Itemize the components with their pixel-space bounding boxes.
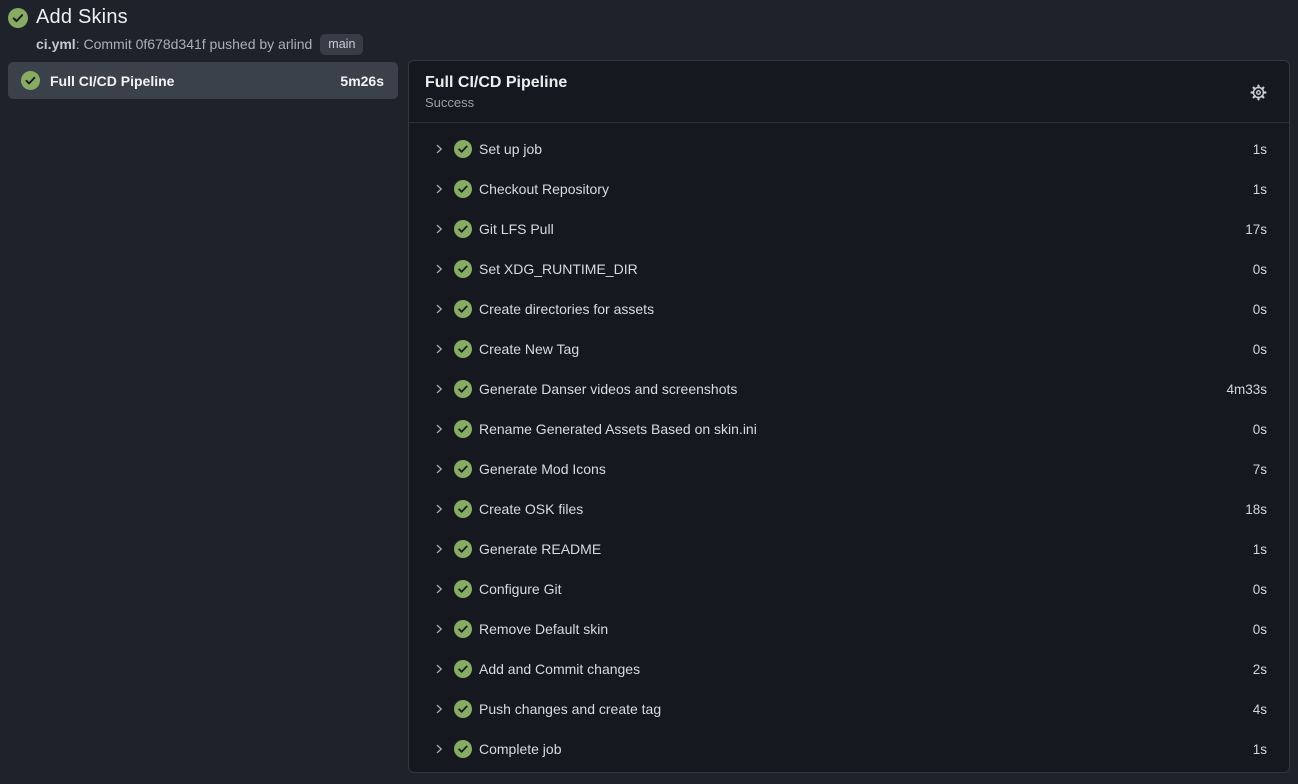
step-name: Push changes and create tag [479, 701, 1253, 717]
step-row[interactable]: Configure Git 0s [409, 569, 1289, 609]
step-name: Generate Danser videos and screenshots [479, 381, 1226, 397]
step-duration: 4m33s [1226, 382, 1267, 397]
step-duration: 18s [1245, 502, 1267, 517]
step-duration: 4s [1253, 702, 1267, 717]
step-name: Complete job [479, 741, 1253, 757]
run-panel: Full CI/CD Pipeline Success [408, 60, 1290, 773]
step-name: Set up job [479, 141, 1253, 157]
chevron-right-icon [433, 383, 445, 395]
chevron-right-icon [433, 743, 445, 755]
step-row[interactable]: Create New Tag 0s [409, 329, 1289, 369]
check-circle-icon [454, 220, 472, 238]
run-subtitle: ci.yml: Commit 0f678d341f pushed by arli… [36, 34, 363, 55]
chevron-right-icon [433, 263, 445, 275]
step-row[interactable]: Push changes and create tag 4s [409, 689, 1289, 729]
check-circle-icon [454, 140, 472, 158]
step-duration: 1s [1253, 542, 1267, 557]
step-name: Set XDG_RUNTIME_DIR [479, 261, 1253, 277]
chevron-right-icon [433, 663, 445, 675]
step-row[interactable]: Generate README 1s [409, 529, 1289, 569]
step-row[interactable]: Complete job 1s [409, 729, 1289, 769]
step-duration: 0s [1253, 422, 1267, 437]
commit-summary: : Commit 0f678d341f pushed by arlind [76, 36, 313, 52]
step-row[interactable]: Generate Mod Icons 7s [409, 449, 1289, 489]
step-duration: 0s [1253, 262, 1267, 277]
check-circle-icon [454, 620, 472, 638]
step-duration: 17s [1245, 222, 1267, 237]
check-circle-icon [454, 660, 472, 678]
job-name: Full CI/CD Pipeline [50, 73, 330, 89]
step-duration: 2s [1253, 662, 1267, 677]
sidebar-job-full-pipeline[interactable]: Full CI/CD Pipeline 5m26s [8, 62, 398, 99]
chevron-right-icon [433, 223, 445, 235]
step-row[interactable]: Add and Commit changes 2s [409, 649, 1289, 689]
check-circle-icon [454, 180, 472, 198]
workflow-file-name: ci.yml [36, 36, 76, 52]
step-name: Configure Git [479, 581, 1253, 597]
check-circle-icon [454, 580, 472, 598]
step-name: Add and Commit changes [479, 661, 1253, 677]
step-duration: 0s [1253, 582, 1267, 597]
run-title-row: Add Skins [8, 6, 363, 29]
chevron-right-icon [433, 183, 445, 195]
run-title: Add Skins [36, 6, 128, 29]
step-name: Create OSK files [479, 501, 1245, 517]
chevron-right-icon [433, 343, 445, 355]
step-row[interactable]: Git LFS Pull 17s [409, 209, 1289, 249]
chevron-right-icon [433, 543, 445, 555]
step-name: Checkout Repository [479, 181, 1253, 197]
step-duration: 0s [1253, 622, 1267, 637]
check-circle-icon [454, 500, 472, 518]
check-circle-icon [21, 71, 40, 90]
step-name: Rename Generated Assets Based on skin.in… [479, 421, 1253, 437]
step-duration: 7s [1253, 462, 1267, 477]
chevron-right-icon [433, 463, 445, 475]
check-circle-icon [454, 420, 472, 438]
chevron-right-icon [433, 503, 445, 515]
step-row[interactable]: Remove Default skin 0s [409, 609, 1289, 649]
panel-job-title: Full CI/CD Pipeline [425, 74, 1273, 92]
chevron-right-icon [433, 423, 445, 435]
run-header: Add Skins ci.yml: Commit 0f678d341f push… [8, 6, 363, 55]
check-circle-icon [454, 380, 472, 398]
gear-icon[interactable] [1249, 83, 1268, 102]
step-name: Generate README [479, 541, 1253, 557]
step-row[interactable]: Rename Generated Assets Based on skin.in… [409, 409, 1289, 449]
check-circle-icon [8, 8, 28, 28]
run-panel-header: Full CI/CD Pipeline Success [409, 61, 1289, 123]
step-duration: 0s [1253, 342, 1267, 357]
check-circle-icon [454, 740, 472, 758]
check-circle-icon [454, 460, 472, 478]
branch-badge[interactable]: main [320, 34, 363, 55]
chevron-right-icon [433, 703, 445, 715]
step-row[interactable]: Create OSK files 18s [409, 489, 1289, 529]
step-duration: 1s [1253, 742, 1267, 757]
check-circle-icon [454, 540, 472, 558]
check-circle-icon [454, 700, 472, 718]
step-name: Create New Tag [479, 341, 1253, 357]
step-duration: 0s [1253, 302, 1267, 317]
step-name: Remove Default skin [479, 621, 1253, 637]
step-name: Git LFS Pull [479, 221, 1245, 237]
step-row[interactable]: Checkout Repository 1s [409, 169, 1289, 209]
check-circle-icon [454, 340, 472, 358]
step-row[interactable]: Generate Danser videos and screenshots 4… [409, 369, 1289, 409]
panel-status-text: Success [425, 95, 1273, 110]
job-duration: 5m26s [340, 73, 384, 89]
step-duration: 1s [1253, 142, 1267, 157]
steps-list: Set up job 1s Checkout Repository 1s Git… [409, 123, 1289, 769]
step-row[interactable]: Set up job 1s [409, 129, 1289, 169]
step-row[interactable]: Create directories for assets 0s [409, 289, 1289, 329]
step-row[interactable]: Set XDG_RUNTIME_DIR 0s [409, 249, 1289, 289]
chevron-right-icon [433, 623, 445, 635]
step-name: Generate Mod Icons [479, 461, 1253, 477]
check-circle-icon [454, 260, 472, 278]
chevron-right-icon [433, 143, 445, 155]
step-name: Create directories for assets [479, 301, 1253, 317]
step-duration: 1s [1253, 182, 1267, 197]
jobs-sidebar: Full CI/CD Pipeline 5m26s [8, 62, 398, 99]
chevron-right-icon [433, 583, 445, 595]
chevron-right-icon [433, 303, 445, 315]
check-circle-icon [454, 300, 472, 318]
